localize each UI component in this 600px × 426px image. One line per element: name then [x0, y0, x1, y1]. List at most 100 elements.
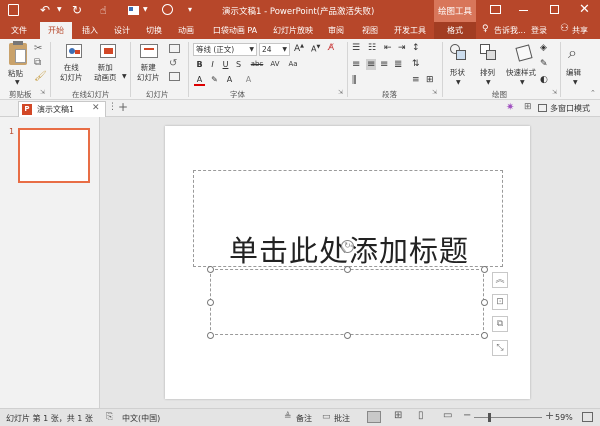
font-size-select[interactable]: 24 ▼ — [259, 43, 290, 56]
customize-qat-icon[interactable]: ▾ — [188, 5, 192, 14]
text-fill-icon[interactable]: A — [243, 75, 254, 84]
slide-sorter-icon[interactable]: ⊞ — [394, 410, 402, 421]
shapes-icon[interactable] — [450, 44, 468, 62]
notes-button[interactable]: 备注 — [296, 413, 312, 424]
tab-insert[interactable]: 插入 — [76, 22, 104, 39]
maximize-icon[interactable] — [550, 5, 559, 14]
tab-animations[interactable]: 动画 — [172, 22, 200, 39]
rotate-handle-icon[interactable]: ↻ — [341, 240, 354, 253]
cut-icon[interactable]: ✂ — [34, 43, 42, 54]
quick-styles-dropdown-icon[interactable]: ▼ — [520, 79, 525, 86]
shape-effects-icon[interactable]: ◐ — [540, 75, 548, 85]
highlight-icon[interactable]: ✎ — [209, 75, 220, 84]
columns-icon[interactable]: ⫼ — [352, 75, 357, 86]
normal-view-icon[interactable] — [367, 411, 381, 423]
align-center-icon[interactable]: ≡ — [366, 59, 377, 70]
spellcheck-icon[interactable]: ⎘ — [106, 412, 113, 422]
zoom-in-icon[interactable]: + — [545, 409, 554, 422]
theme-dropdown-icon[interactable]: ▼ — [143, 6, 148, 13]
font-color-icon[interactable]: A — [194, 75, 205, 86]
bullets-icon[interactable]: ☰ — [352, 43, 360, 53]
tell-me-box[interactable]: 告诉我... — [494, 25, 526, 36]
shapes-dropdown-icon[interactable]: ▼ — [456, 79, 461, 86]
arrange-dropdown-icon[interactable]: ▼ — [486, 79, 491, 86]
resize-handle[interactable] — [207, 332, 214, 339]
fit-slide-icon[interactable] — [582, 412, 593, 422]
tab-list-icon[interactable]: ⊞ — [524, 102, 532, 112]
tab-view[interactable]: 视图 — [356, 22, 384, 39]
text-effects-icon[interactable]: A — [224, 75, 235, 84]
increase-font-icon[interactable]: A▲ — [294, 43, 304, 54]
slide-canvas[interactable]: 单击此处添加标题 ↻ ︽ ⊡ ⧉ ⤡ — [165, 126, 530, 399]
animation-up-icon[interactable]: ︽ — [492, 272, 508, 288]
italic-icon[interactable]: I — [207, 60, 218, 69]
circle-shape-icon[interactable] — [162, 4, 173, 15]
char-spacing-icon[interactable]: AV — [268, 60, 282, 68]
slideshow-icon[interactable]: ▭ — [443, 410, 452, 421]
paste-dropdown-icon[interactable]: ▼ — [15, 79, 20, 86]
bold-icon[interactable]: B — [194, 60, 205, 69]
tab-review[interactable]: 审阅 — [322, 22, 350, 39]
resize-handle[interactable] — [207, 299, 214, 306]
zoom-level[interactable]: 59% — [555, 413, 573, 422]
paste-icon[interactable] — [9, 41, 27, 65]
tab-developer[interactable]: 开发工具 — [390, 22, 430, 39]
drawing-launcher-icon[interactable]: ⇲ — [552, 89, 557, 96]
editing-button[interactable]: 编辑 — [566, 67, 581, 78]
clipboard-launcher-icon[interactable]: ⇲ — [40, 89, 45, 96]
text-direction-icon[interactable]: ⇅ — [412, 59, 420, 69]
new-animation-page-button[interactable]: 新加 动画页 — [94, 63, 117, 83]
tab-slideshow[interactable]: 幻灯片放映 — [270, 22, 316, 39]
arrange-button[interactable]: 排列 — [480, 67, 495, 78]
notes-icon[interactable]: ≜ — [284, 412, 292, 422]
new-slide-icon[interactable] — [140, 44, 158, 58]
smartart-icon[interactable]: ⊞ — [426, 75, 434, 85]
reading-view-icon[interactable]: ▯ — [418, 410, 424, 421]
format-painter-icon[interactable]: 🖌 — [34, 71, 47, 82]
resize-animation-icon[interactable]: ⤡ — [492, 340, 508, 356]
align-right-icon[interactable]: ≡ — [380, 59, 388, 70]
zoom-slider-thumb[interactable] — [488, 413, 491, 422]
new-animation-dropdown-icon[interactable]: ▼ — [122, 73, 127, 80]
online-slides-icon[interactable] — [66, 44, 82, 58]
resize-handle[interactable] — [207, 266, 214, 273]
resize-handle[interactable] — [344, 266, 351, 273]
shape-fill-icon[interactable]: ◈ — [540, 43, 547, 53]
collapse-ribbon-icon[interactable]: ⌃ — [590, 89, 596, 97]
zoom-slider[interactable] — [474, 413, 542, 422]
document-tab[interactable]: P 演示文稿1 ✕ — [18, 101, 106, 117]
change-case-icon[interactable]: Aa — [286, 60, 300, 68]
tab-format[interactable]: 格式 — [434, 22, 476, 39]
ribbon-display-icon[interactable] — [490, 5, 501, 14]
shape-outline-icon[interactable]: ✎ — [540, 59, 548, 69]
tab-home[interactable]: 开始 — [40, 22, 72, 39]
new-animation-page-icon[interactable] — [100, 44, 116, 58]
resize-handle[interactable] — [481, 332, 488, 339]
layout-icon[interactable] — [169, 44, 180, 53]
share-button[interactable]: 共享 — [572, 25, 588, 36]
justify-icon[interactable]: ≣ — [394, 59, 402, 70]
close-icon[interactable]: ✕ — [579, 2, 590, 17]
line-spacing-icon[interactable]: ↕ — [412, 43, 420, 53]
online-slides-button[interactable]: 在线 幻灯片 — [60, 63, 83, 83]
strikethrough-icon[interactable]: abc — [250, 60, 264, 68]
animation-helper-icon[interactable]: ✷ — [506, 102, 514, 113]
paste-button[interactable]: 粘贴 — [8, 68, 23, 79]
minimize-icon[interactable] — [519, 10, 528, 11]
tab-pocket-animation[interactable]: 口袋动画 PA — [206, 22, 264, 39]
editing-dropdown-icon[interactable]: ▼ — [573, 79, 578, 86]
multiwindow-icon[interactable] — [538, 104, 547, 112]
tab-transitions[interactable]: 切换 — [140, 22, 168, 39]
copy-animation-icon[interactable]: ⧉ — [492, 316, 508, 332]
tab-close-icon[interactable]: ✕ — [92, 103, 100, 113]
slide-thumbnail[interactable] — [18, 128, 90, 183]
language-status[interactable]: 中文(中国) — [122, 413, 160, 424]
quick-styles-button[interactable]: 快速样式 — [506, 67, 536, 78]
shapes-button[interactable]: 形状 — [450, 67, 465, 78]
reset-icon[interactable]: ↺ — [169, 58, 177, 69]
comments-button[interactable]: 批注 — [334, 413, 350, 424]
underline-icon[interactable]: U — [220, 60, 231, 69]
animation-pane-icon[interactable]: ⊡ — [492, 294, 508, 310]
find-icon[interactable]: ⌕ — [568, 43, 577, 63]
shadow-icon[interactable]: S — [233, 60, 244, 69]
